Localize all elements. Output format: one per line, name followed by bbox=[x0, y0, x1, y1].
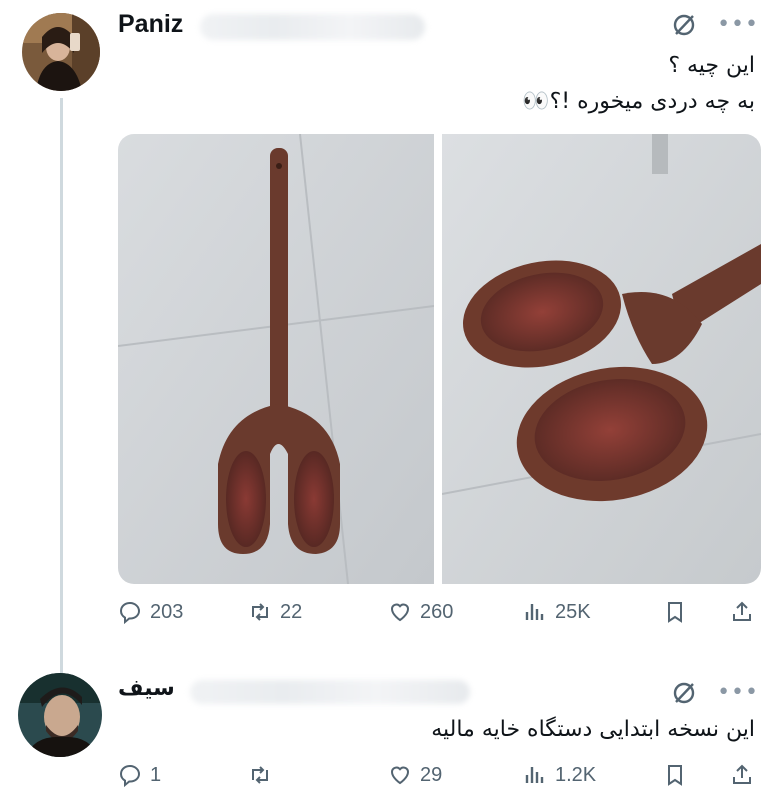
bookmark-icon bbox=[668, 765, 682, 786]
views-icon bbox=[525, 767, 544, 783]
share-icon bbox=[733, 764, 751, 784]
photo-right[interactable] bbox=[442, 134, 761, 584]
reply-count: 1 bbox=[150, 763, 162, 786]
like-count: 260 bbox=[420, 600, 454, 623]
reply-body: این نسخه ابتدایی دستگاه خایه مالیه bbox=[431, 712, 755, 748]
tweet-actions: 203 22 260 25K bbox=[118, 600, 758, 632]
reply-icon bbox=[119, 601, 141, 624]
reply-actions: 1 29 1.2K bbox=[118, 763, 758, 795]
photo-left[interactable] bbox=[118, 134, 434, 584]
bookmark-icon bbox=[668, 602, 682, 623]
like-count: 29 bbox=[420, 763, 443, 786]
tweet-media[interactable] bbox=[118, 134, 761, 584]
retweet-button[interactable]: 22 bbox=[248, 600, 302, 624]
like-button[interactable]: 29 bbox=[388, 763, 442, 787]
grok-icon[interactable] bbox=[671, 680, 697, 706]
grok-icon[interactable] bbox=[671, 12, 697, 38]
like-button[interactable]: 260 bbox=[388, 600, 453, 624]
views-icon bbox=[525, 604, 544, 620]
blurred-handle bbox=[200, 14, 425, 40]
like-icon bbox=[390, 603, 410, 622]
share-icon bbox=[733, 601, 751, 621]
views-button[interactable]: 1.2K bbox=[523, 763, 596, 787]
bookmark-button[interactable] bbox=[663, 600, 687, 624]
thread-line bbox=[60, 98, 63, 673]
retweet-count: 22 bbox=[280, 600, 303, 623]
reply-top-icons: ••• bbox=[671, 680, 759, 706]
retweet-icon bbox=[252, 603, 268, 621]
like-icon bbox=[390, 766, 410, 785]
retweet-icon bbox=[252, 766, 268, 784]
views-button[interactable]: 25K bbox=[523, 600, 591, 624]
views-count: 1.2K bbox=[555, 763, 597, 786]
retweet-button[interactable] bbox=[248, 763, 280, 787]
views-count: 25K bbox=[555, 600, 591, 623]
blurred-reply-handle bbox=[190, 680, 470, 704]
reply-author-avatar[interactable] bbox=[18, 673, 102, 757]
bookmark-button[interactable] bbox=[663, 763, 687, 787]
share-button[interactable] bbox=[730, 600, 754, 624]
tweet-body: این چیه ؟ به چه دردی میخوره !؟👀 bbox=[522, 48, 755, 120]
author-avatar[interactable] bbox=[22, 13, 100, 91]
reply-button[interactable]: 1 bbox=[118, 763, 161, 787]
reply-text: این نسخه ابتدایی دستگاه خایه مالیه bbox=[431, 717, 755, 742]
reply-button[interactable]: 203 bbox=[118, 600, 183, 624]
tweet-top-icons: ••• bbox=[671, 12, 759, 38]
more-icon[interactable]: ••• bbox=[717, 682, 759, 704]
author-name[interactable]: Paniz bbox=[118, 10, 183, 39]
more-icon[interactable]: ••• bbox=[717, 14, 759, 36]
reply-count: 203 bbox=[150, 600, 184, 623]
tweet-line-2: به چه دردی میخوره !؟👀 bbox=[522, 89, 755, 114]
tweet-line-1: این چیه ؟ bbox=[668, 53, 755, 78]
share-button[interactable] bbox=[730, 763, 754, 787]
reply-icon bbox=[119, 764, 141, 787]
reply-author-name[interactable]: سیف bbox=[118, 676, 175, 701]
